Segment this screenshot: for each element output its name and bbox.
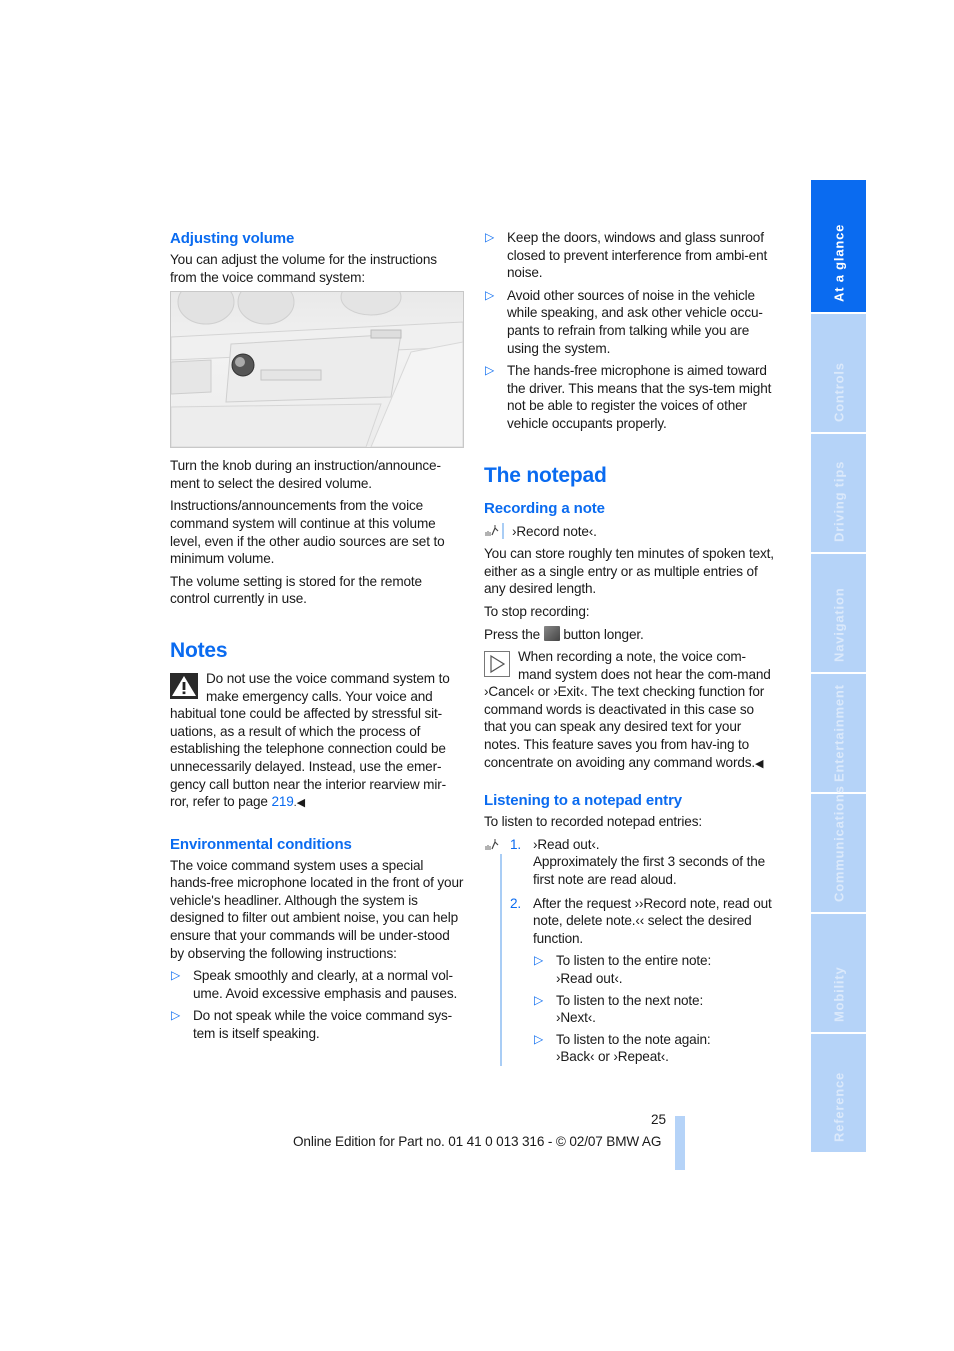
press-button-line: Press the button longer.	[484, 625, 778, 644]
list-item: ▷ To listen to the note again: ›Back‹ or ›…	[533, 1031, 778, 1066]
step-number: 1.	[510, 836, 522, 852]
tab-communications[interactable]: Communications	[811, 785, 866, 912]
right-column: ▷ Keep the doors, windows and glass sunro…	[484, 229, 778, 1072]
environmental-intro: The voice command system uses a special …	[170, 857, 464, 961]
list-item: ▷ Keep the doors, windows and glass sunro…	[484, 229, 778, 282]
press-post: button longer.	[559, 626, 644, 642]
bullet-triangle-icon: ▷	[171, 1008, 181, 1023]
command-text: ›Record note‹.	[512, 523, 597, 539]
tab-reference[interactable]: Reference	[811, 1034, 866, 1152]
recording-p2: To stop recording:	[484, 603, 590, 619]
bullet-text: Speak smoothly and clearly, at a normal …	[193, 968, 458, 1001]
environmental-bullets: ▷ Speak smoothly and clearly, at a normal…	[170, 967, 464, 1042]
heading-recording-a-note: Recording a note	[484, 499, 605, 517]
bullet-triangle-icon: ▷	[485, 230, 495, 244]
heading-adjusting-volume: Adjusting volume	[170, 230, 295, 247]
bullet-text: To listen to the entire note:	[556, 953, 712, 969]
bullet-command: ›Read out‹.	[556, 971, 623, 986]
tab-label: Communications	[831, 785, 846, 902]
tab-label: Navigation	[831, 587, 846, 662]
bullet-command: ›Back‹ or ›Repeat‹.	[556, 1049, 669, 1065]
step-number: 2.	[510, 895, 522, 911]
step-text: ›Read out‹.	[533, 836, 600, 852]
step-text: After the request ››Record note, read ou…	[533, 895, 772, 946]
list-item: ▷ Avoid other sources of noise in the veh…	[484, 287, 778, 357]
bullet-triangle-icon: ▷	[534, 992, 544, 1007]
tab-label: Controls	[831, 362, 846, 422]
tab-mobility[interactable]: Mobility	[811, 914, 866, 1032]
left-column: Adjusting volume You can adjust the volu…	[170, 229, 464, 1048]
heading-the-notepad: The notepad	[484, 463, 607, 487]
tab-label: Entertainment	[831, 684, 846, 782]
end-mark: .◀	[293, 797, 305, 810]
microphone-voice-icon	[484, 522, 504, 539]
page-number: 25	[651, 1112, 667, 1127]
dashboard-illustration	[171, 292, 463, 448]
heading-listening-to-a-notepad-entry: Listening to a notepad entry	[484, 792, 683, 810]
adjusting-volume-p3: The volume setting is stored for the rem…	[170, 573, 422, 607]
note-box: When recording a note, the voice com-man…	[484, 648, 778, 773]
list-item: ▷ To listen to the entire note: ›Read out‹…	[533, 952, 778, 987]
listening-steps: 1. ›Read out‹. Approximately the first 3…	[484, 836, 778, 1066]
tab-at-a-glance[interactable]: At a glance	[811, 180, 866, 312]
tab-navigation[interactable]: Navigation	[811, 554, 866, 672]
tab-controls[interactable]: Controls	[811, 314, 866, 432]
heading-environmental-conditions: Environmental conditions	[170, 835, 352, 853]
heading-notes: Notes	[170, 638, 228, 662]
bullet-text: Do not speak while the voice command sys…	[193, 1008, 453, 1042]
tab-label: Reference	[831, 1071, 846, 1142]
page-marker-bar	[675, 1116, 685, 1170]
step-item: 1. ›Read out‹. Approximately the first 3…	[510, 836, 778, 889]
tab-entertainment[interactable]: Entertainment	[811, 674, 866, 792]
tab-label: Mobility	[831, 966, 846, 1022]
bullet-triangle-icon: ▷	[171, 968, 181, 983]
recording-p1: You can store roughly ten minutes of spo…	[484, 546, 774, 597]
step-detail: Approximately the first 3 seconds of the…	[533, 854, 766, 888]
bullet-text: Keep the doors, windows and glass sunroo…	[507, 230, 768, 281]
warning-box: Do not use the voice command system to m…	[170, 670, 464, 813]
warning-body: Do not use the voice command system to m…	[170, 670, 450, 810]
environmental-bullets-continued: ▷ Keep the doors, windows and glass sunro…	[484, 229, 778, 433]
bullet-text: Avoid other sources of noise in the vehi…	[507, 287, 763, 356]
adjusting-volume-intro: You can adjust the volume for the instru…	[170, 252, 437, 285]
chapter-tabs: At a glance Controls Driving tips Naviga…	[811, 180, 866, 1154]
end-mark: ◀	[755, 757, 764, 770]
press-pre: Press the	[484, 626, 544, 642]
edition-footer: Online Edition for Part no. 01 41 0 013 …	[293, 1134, 662, 1149]
sub-bullets: ▷ To listen to the entire note: ›Read out‹…	[533, 952, 778, 1066]
microphone-voice-icon	[484, 837, 502, 853]
bullet-triangle-icon: ▷	[485, 363, 495, 378]
note-body: When recording a note, the voice com-man…	[484, 649, 771, 770]
bullet-triangle-icon: ▷	[534, 953, 544, 968]
list-item: ▷ Do not speak while the voice command sy…	[170, 1007, 464, 1042]
record-command: ›Record note‹.	[484, 522, 778, 541]
tab-label: At a glance	[831, 223, 846, 302]
adjusting-volume-p2: Instructions/announcements from the voic…	[170, 498, 445, 567]
bullet-text: The hands-free microphone is aimed towar…	[507, 363, 772, 431]
warning-triangle-icon	[170, 672, 198, 699]
step-bar	[500, 853, 502, 1066]
bullet-text: To listen to the next note:	[556, 992, 704, 1008]
dashboard-figure	[170, 291, 464, 449]
bullet-triangle-icon: ▷	[485, 287, 495, 302]
adjusting-volume-p1: Turn the knob during an instruction/anno…	[170, 458, 441, 491]
bullet-triangle-icon: ▷	[534, 1031, 544, 1046]
bullet-command: ›Next‹.	[556, 1010, 596, 1026]
listening-intro: To listen to recorded notepad entries:	[484, 814, 702, 830]
list-item: ▷ The hands-free microphone is aimed towa…	[484, 362, 778, 432]
bullet-text: To listen to the note again:	[556, 1031, 711, 1047]
steps-list: 1. ›Read out‹. Approximately the first 3…	[510, 836, 778, 1066]
warning-text: Do not use the voice command system to m…	[170, 670, 464, 813]
note-text: When recording a note, the voice com-man…	[484, 648, 778, 773]
tab-driving-tips[interactable]: Driving tips	[811, 434, 866, 552]
note-play-icon	[484, 651, 510, 678]
step-item: 2. After the request ››Record note, read…	[510, 895, 778, 1066]
list-item: ▷ Speak smoothly and clearly, at a normal…	[170, 967, 464, 1002]
talk-button-icon	[543, 625, 560, 641]
list-item: ▷ To listen to the next note: ›Next‹.	[533, 992, 778, 1027]
tab-label: Driving tips	[831, 460, 846, 542]
page-link-219[interactable]: 219	[271, 794, 293, 809]
